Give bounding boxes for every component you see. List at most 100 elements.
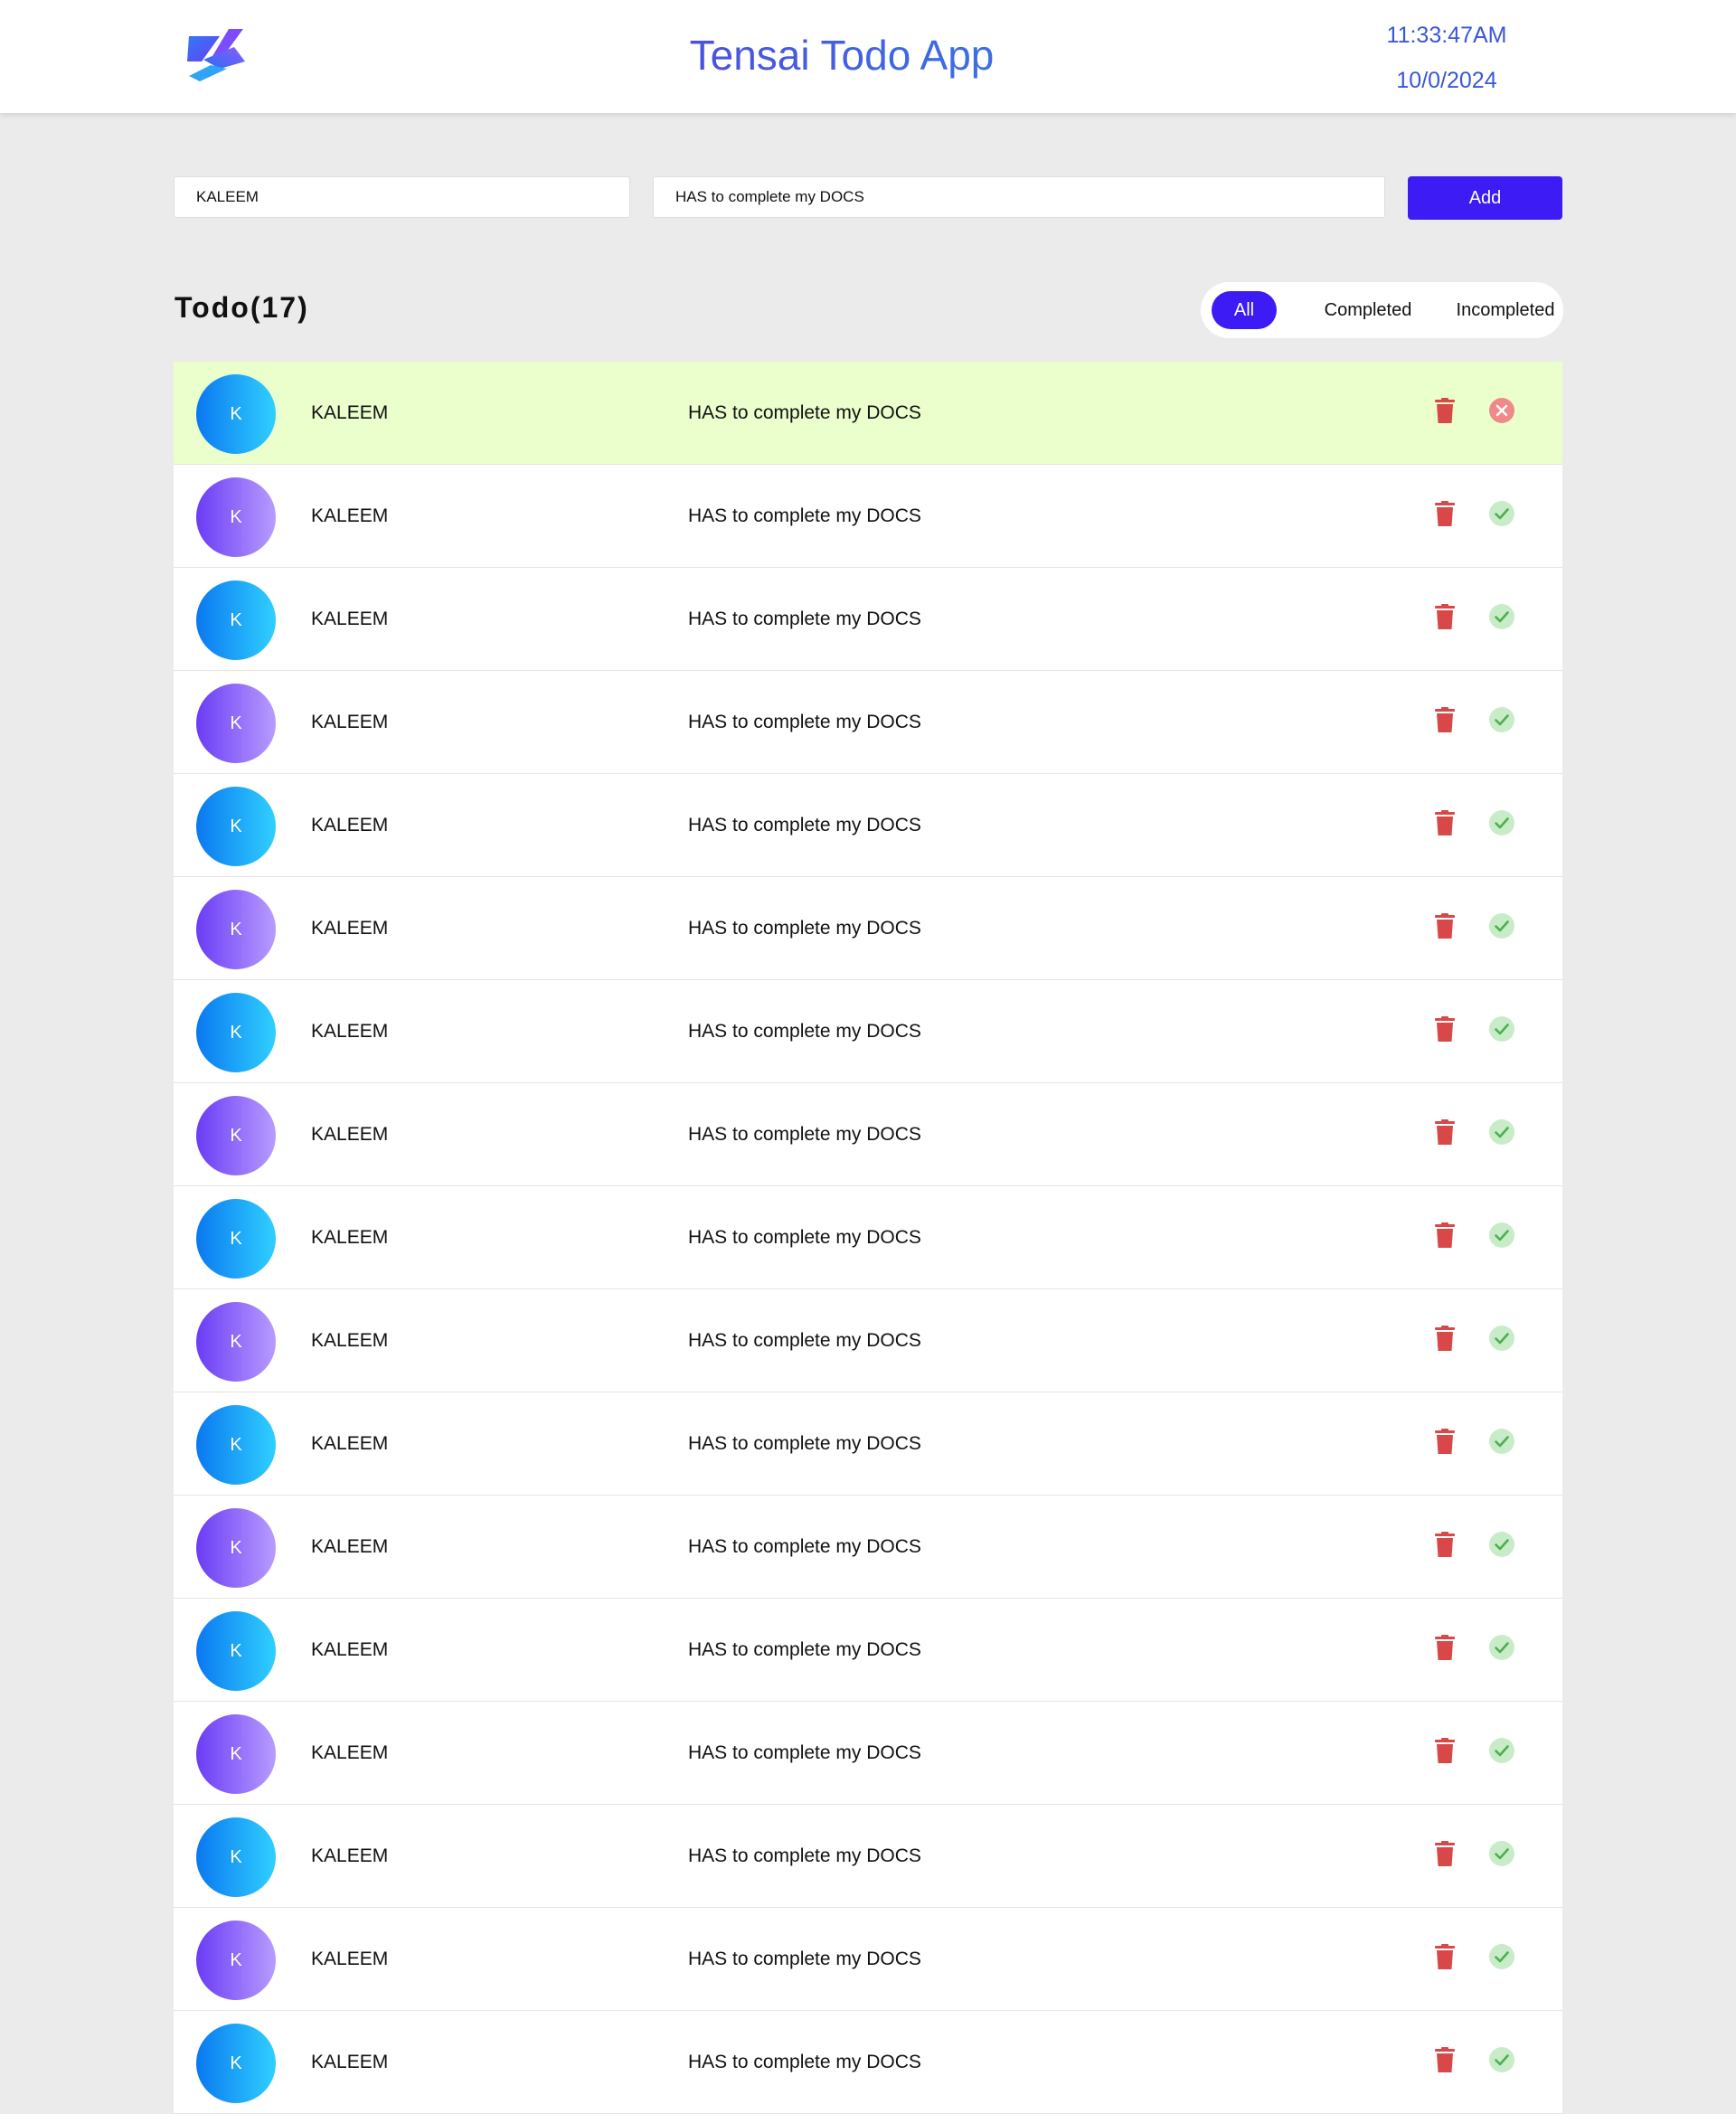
current-time: 11:33:47AM [1386,23,1507,48]
todo-name: KALEEM [311,505,389,526]
todo-task: HAS to complete my DOCS [688,2052,921,2072]
filter-incompleted[interactable]: Incompleted [1450,291,1561,329]
check-circle-icon[interactable] [1488,1428,1515,1455]
trash-icon[interactable] [1435,1119,1455,1145]
todo-task: HAS to complete my DOCS [688,1949,921,1969]
todo-list: K KALEEM HAS to complete my DOCS K KALEEM HAS… [174,362,1562,2114]
check-circle-icon[interactable] [1488,500,1515,527]
todo-row: K KALEEM HAS to complete my DOCS [174,1186,1562,1289]
todo-name: KALEEM [311,402,389,423]
avatar: K [196,2024,276,2103]
filter-tabs: All Completed Incompleted [1201,282,1563,338]
trash-icon[interactable] [1435,1944,1455,1969]
trash-icon[interactable] [1435,2047,1455,2072]
trash-icon[interactable] [1435,1841,1455,1866]
trash-icon[interactable] [1435,604,1455,629]
check-circle-icon[interactable] [1488,603,1515,630]
todo-row: K KALEEM HAS to complete my DOCS [174,465,1562,568]
avatar: K [196,1508,276,1588]
todo-row: K KALEEM HAS to complete my DOCS [174,2011,1562,2114]
todo-task: HAS to complete my DOCS [688,918,921,939]
name-input[interactable] [174,176,630,218]
check-circle-icon[interactable] [1488,2046,1515,2073]
todo-task: HAS to complete my DOCS [688,505,921,526]
todo-task: HAS to complete my DOCS [688,712,921,732]
todo-name: KALEEM [311,1639,389,1660]
todo-row: K KALEEM HAS to complete my DOCS [174,568,1562,671]
todo-task: HAS to complete my DOCS [688,1227,921,1248]
clock: 11:33:47AM 10/0/2024 [1338,22,1555,94]
todo-row: K KALEEM HAS to complete my DOCS [174,1496,1562,1599]
task-input[interactable] [653,176,1385,218]
avatar: K [196,1096,276,1175]
avatar: K [196,890,276,969]
check-circle-icon[interactable] [1488,1531,1515,1558]
todo-name: KALEEM [311,1949,389,1969]
todo-task: HAS to complete my DOCS [688,1536,921,1557]
todo-name: KALEEM [311,609,389,629]
check-circle-icon[interactable] [1488,1118,1515,1146]
todo-row: K KALEEM HAS to complete my DOCS [174,671,1562,774]
todo-task: HAS to complete my DOCS [688,402,921,423]
trash-icon[interactable] [1435,1532,1455,1557]
trash-icon[interactable] [1435,913,1455,939]
todo-task: HAS to complete my DOCS [688,609,921,629]
check-circle-icon[interactable] [1488,1015,1515,1043]
check-circle-icon[interactable] [1488,1737,1515,1764]
todo-row: K KALEEM HAS to complete my DOCS [174,1083,1562,1186]
todo-name: KALEEM [311,815,389,835]
check-circle-icon[interactable] [1488,1325,1515,1352]
check-circle-icon[interactable] [1488,912,1515,939]
todo-name: KALEEM [311,1536,389,1557]
todo-row: K KALEEM HAS to complete my DOCS [174,1702,1562,1805]
trash-icon[interactable] [1435,810,1455,835]
close-circle-icon[interactable] [1488,397,1515,424]
todo-name: KALEEM [311,2052,389,2072]
todo-task: HAS to complete my DOCS [688,1845,921,1866]
trash-icon[interactable] [1435,1429,1455,1454]
todo-task: HAS to complete my DOCS [688,1124,921,1145]
todo-task: HAS to complete my DOCS [688,1330,921,1351]
check-circle-icon[interactable] [1488,1222,1515,1249]
add-button[interactable]: Add [1408,176,1562,220]
todo-name: KALEEM [311,1845,389,1866]
trash-icon[interactable] [1435,1222,1455,1248]
check-circle-icon[interactable] [1488,1840,1515,1867]
todo-name: KALEEM [311,1433,389,1454]
todo-name: KALEEM [311,1021,389,1042]
todo-row: K KALEEM HAS to complete my DOCS [174,1599,1562,1702]
trash-icon[interactable] [1435,707,1455,732]
avatar: K [196,993,276,1072]
current-date: 10/0/2024 [1396,68,1497,93]
todo-task: HAS to complete my DOCS [688,815,921,835]
todo-name: KALEEM [311,712,389,732]
todo-task: HAS to complete my DOCS [688,1021,921,1042]
todo-row: K KALEEM HAS to complete my DOCS [174,1392,1562,1496]
filter-completed[interactable]: Completed [1291,291,1445,329]
trash-icon[interactable] [1435,1016,1455,1042]
check-circle-icon[interactable] [1488,1943,1515,1970]
todo-name: KALEEM [311,1227,389,1248]
avatar: K [196,374,276,454]
trash-icon[interactable] [1435,398,1455,423]
app-header: Tensai Todo App 11:33:47AM 10/0/2024 [0,0,1736,113]
todo-name: KALEEM [311,918,389,939]
todo-row: K KALEEM HAS to complete my DOCS [174,774,1562,877]
trash-icon[interactable] [1435,1635,1455,1660]
avatar: K [196,1921,276,2000]
todo-name: KALEEM [311,1330,389,1351]
check-circle-icon[interactable] [1488,809,1515,836]
trash-icon[interactable] [1435,1738,1455,1763]
trash-icon[interactable] [1435,501,1455,526]
check-circle-icon[interactable] [1488,706,1515,733]
avatar: K [196,1714,276,1794]
todo-row: K KALEEM HAS to complete my DOCS [174,1805,1562,1908]
todo-row: K KALEEM HAS to complete my DOCS [174,877,1562,980]
todo-row: K KALEEM HAS to complete my DOCS [174,1908,1562,2011]
avatar: K [196,1199,276,1279]
filter-all[interactable]: All [1212,291,1277,329]
avatar: K [196,684,276,763]
check-circle-icon[interactable] [1488,1634,1515,1661]
trash-icon[interactable] [1435,1326,1455,1351]
avatar: K [196,1611,276,1691]
